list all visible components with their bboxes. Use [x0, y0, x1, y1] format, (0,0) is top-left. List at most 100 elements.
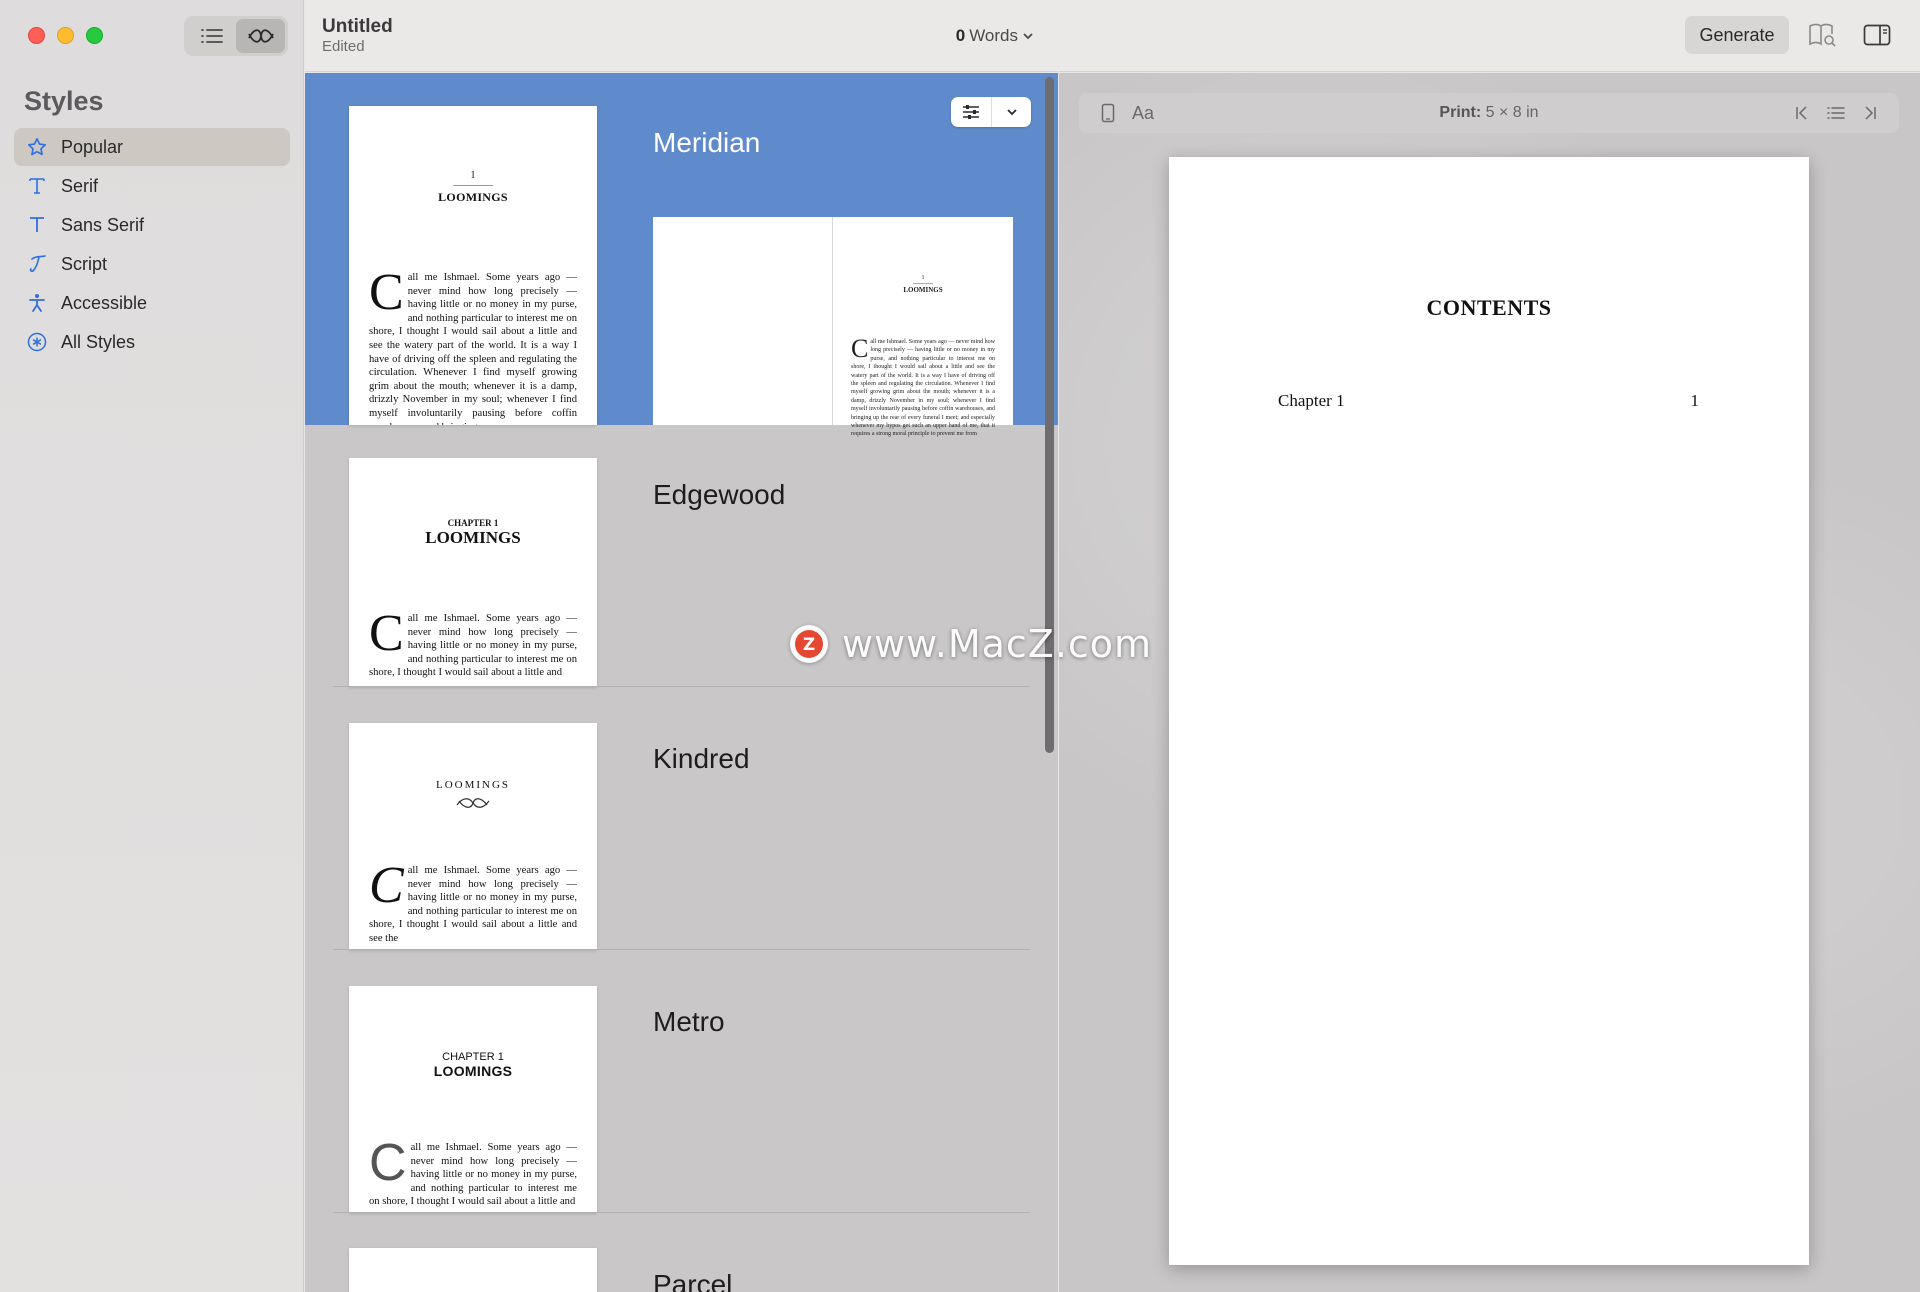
sidebar: Styles Popular Serif Sans Serif Script A… — [0, 0, 304, 1292]
minimize-window-button[interactable] — [57, 27, 74, 44]
chapter-heading: LOOMINGS — [435, 779, 511, 791]
sans-t-icon — [26, 214, 48, 236]
toc-entry-title: Chapter 1 — [1278, 391, 1345, 410]
sliders-icon — [963, 105, 979, 119]
word-count-value: 0 — [955, 26, 966, 45]
print-key: Print: — [1439, 104, 1482, 121]
chapter-heading: LOOMINGS — [433, 1063, 513, 1079]
window-controls — [28, 27, 103, 44]
outline-view-button[interactable] — [187, 19, 236, 53]
sidebar-item-sans-serif[interactable]: Sans Serif — [14, 206, 290, 244]
style-thumbnail — [349, 1248, 597, 1292]
sample-body: Call me Ishmael. Some years ago — never … — [369, 605, 577, 680]
sidebar-item-serif[interactable]: Serif — [14, 167, 290, 205]
book-preview-pane: Aa Print: 5 × 8 in CONTENTS Chapter 1 1 — [1059, 73, 1920, 1292]
sidebar-item-label: Serif — [61, 175, 99, 196]
chapter-number: 1 — [921, 275, 925, 281]
spread-left-page — [653, 217, 833, 425]
asterisk-circle-icon — [26, 331, 48, 353]
chapter-heading: LOOMINGS — [438, 190, 508, 204]
zoom-window-button[interactable] — [86, 27, 103, 44]
contents-heading: CONTENTS — [1426, 295, 1552, 320]
sample-text: all me Ishmael. Some years ago — never m… — [851, 339, 995, 438]
preview-page: CONTENTS Chapter 1 1 — [1169, 157, 1809, 1265]
close-window-button[interactable] — [28, 27, 45, 44]
style-thumbnail: CHAPTER 1 LOOMINGS Call me Ishmael. Some… — [349, 986, 597, 1213]
chapter-heading: LOOMINGS — [903, 286, 943, 294]
style-row-kindred[interactable]: LOOMINGS Call me Ishmael. Some years ago… — [305, 687, 1058, 950]
style-thumbnail: 1 LOOMINGS Call me Ishmael. Some years a… — [349, 106, 597, 425]
sidebar-item-label: Popular — [61, 136, 124, 157]
chapter-label: CHAPTER 1 — [447, 518, 499, 528]
toc-entry[interactable]: Chapter 1 1 — [1278, 391, 1699, 411]
sample-body: Call me Ishmael. Some years ago — never … — [369, 267, 577, 426]
view-mode-toggle — [184, 16, 288, 56]
accessibility-icon — [26, 292, 48, 314]
style-options-control — [951, 97, 1031, 127]
sidebar-item-label: All Styles — [61, 331, 136, 352]
chapter-label: CHAPTER 1 — [442, 1051, 504, 1063]
drop-cap: C — [369, 605, 404, 662]
style-name: Parcel — [653, 1269, 733, 1292]
generate-button[interactable]: Generate — [1685, 16, 1789, 54]
print-size-label[interactable]: Print: 5 × 8 in — [1079, 104, 1899, 122]
style-name: Kindred — [653, 743, 750, 774]
word-count-menu[interactable]: 0 Words — [956, 26, 1034, 46]
sidebar-right-icon — [1863, 24, 1891, 46]
drop-cap: C — [369, 1134, 407, 1192]
skip-back-icon — [1796, 106, 1807, 120]
watermark-text: www.MacZ.com — [842, 622, 1153, 666]
style-row-meridian[interactable]: 1 LOOMINGS Call me Ishmael. Some years a… — [305, 73, 1058, 437]
style-name: Meridian — [653, 127, 761, 158]
drop-cap: C — [851, 334, 869, 363]
sidebar-title: Styles — [24, 86, 104, 116]
list-icon — [200, 29, 223, 43]
first-page-button[interactable] — [1789, 101, 1815, 125]
chevron-down-icon — [1006, 109, 1017, 116]
sample-body: Call me Ishmael. Some years ago — never … — [851, 334, 995, 439]
serif-t-icon — [26, 175, 48, 197]
document-title[interactable]: Untitled — [322, 16, 393, 38]
spread-right-page: 1 LOOMINGS Call me Ishmael. Some years a… — [833, 217, 1013, 437]
watermark-logo-icon: Z — [790, 625, 828, 663]
list-icon — [1827, 107, 1845, 119]
document-toolbar: Untitled Edited 0 Words — [305, 0, 1058, 72]
book-preview-button[interactable] — [1807, 22, 1837, 48]
sample-body: Call me Ishmael. Some years ago — never … — [369, 860, 577, 946]
star-icon — [26, 136, 48, 158]
style-row-parcel[interactable]: Parcel — [305, 1213, 1058, 1292]
style-gallery: 1 LOOMINGS Call me Ishmael. Some years a… — [305, 73, 1058, 1292]
word-count-label: Words — [969, 26, 1018, 45]
styles-view-button[interactable] — [236, 19, 285, 53]
script-t-icon — [26, 253, 48, 275]
style-options-dropdown[interactable] — [991, 97, 1031, 127]
style-category-list: Popular Serif Sans Serif Script Accessib… — [14, 128, 290, 362]
divider — [913, 283, 933, 284]
toggle-inspector-button[interactable] — [1862, 22, 1892, 48]
chevron-down-icon — [1023, 33, 1033, 40]
print-value: 5 × 8 in — [1481, 104, 1539, 121]
preview-controls-bar: Aa Print: 5 × 8 in — [1079, 93, 1899, 133]
sidebar-item-popular[interactable]: Popular — [14, 128, 290, 166]
styles-swirl-icon — [247, 29, 274, 43]
style-row-metro[interactable]: CHAPTER 1 LOOMINGS Call me Ishmael. Some… — [305, 950, 1058, 1213]
sidebar-item-label: Accessible — [61, 292, 148, 313]
style-settings-button[interactable] — [951, 97, 991, 127]
style-name: Metro — [653, 1006, 725, 1037]
toc-entry-page: 1 — [1690, 391, 1700, 410]
table-of-contents-button[interactable] — [1823, 101, 1849, 125]
watermark-logo-letter: Z — [803, 635, 815, 655]
style-thumbnail: LOOMINGS Call me Ishmael. Some years ago… — [349, 723, 597, 950]
flourish-ornament-icon — [349, 795, 597, 816]
sample-body: Call me Ishmael. Some years ago — never … — [369, 1134, 577, 1209]
sidebar-item-script[interactable]: Script — [14, 245, 290, 283]
chapter-number: 1 — [470, 170, 476, 181]
sidebar-item-accessible[interactable]: Accessible — [14, 284, 290, 322]
two-page-spread-preview: 1 LOOMINGS Call me Ishmael. Some years a… — [653, 217, 1013, 437]
document-status: Edited — [322, 38, 365, 55]
skip-forward-icon — [1865, 106, 1876, 120]
last-page-button[interactable] — [1857, 101, 1883, 125]
sidebar-item-all-styles[interactable]: All Styles — [14, 323, 290, 361]
style-thumbnail: CHAPTER 1 LOOMINGS Call me Ishmael. Some… — [349, 458, 597, 687]
sidebar-item-label: Script — [61, 253, 108, 274]
